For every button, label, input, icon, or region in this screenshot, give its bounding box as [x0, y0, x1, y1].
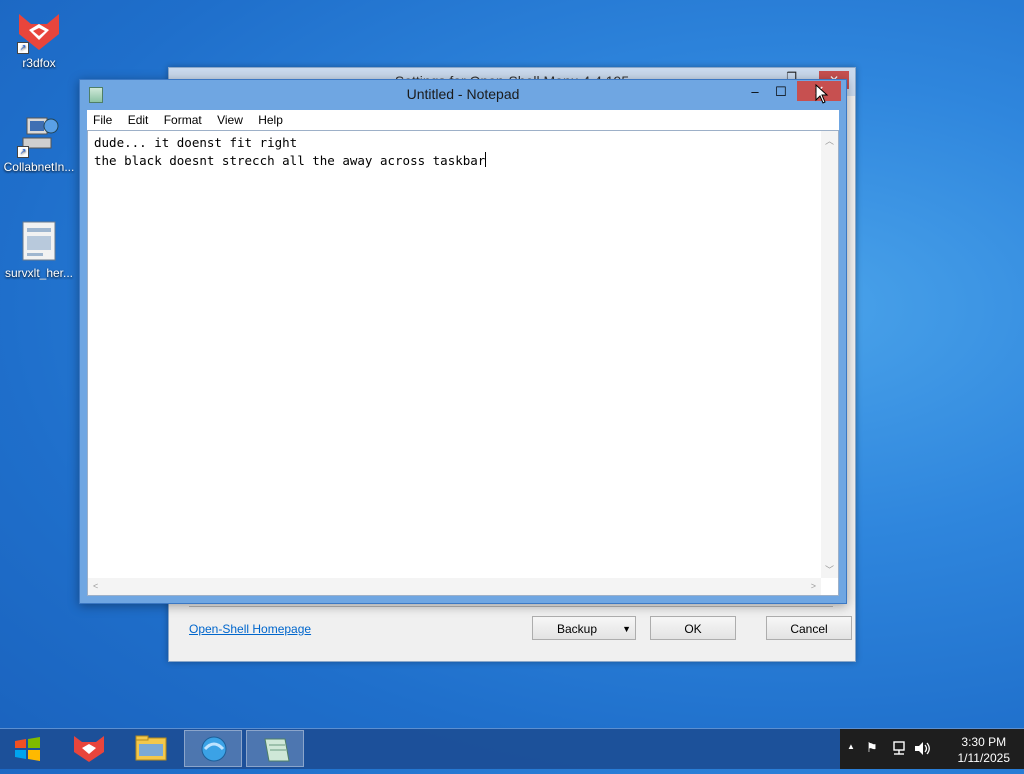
cancel-button[interactable]: Cancel [766, 616, 852, 640]
horizontal-scrollbar[interactable]: < > [88, 578, 821, 595]
menu-help[interactable]: Help [252, 110, 289, 127]
clock-time: 3:30 PM [961, 735, 1007, 749]
text-line: the black doesnt strecch all the away ac… [94, 153, 486, 168]
start-button[interactable] [0, 729, 55, 769]
clock[interactable]: 3:30 PM 1/11/2025 [958, 734, 1011, 766]
title-bar[interactable]: Untitled - Notepad – ☐ ✕ [80, 80, 846, 108]
r3dfox-icon [74, 736, 104, 762]
r3dfox-icon: ↗ [15, 10, 63, 54]
taskbar-file-explorer[interactable] [122, 730, 180, 767]
volume-icon[interactable] [914, 741, 932, 756]
taskbar-r3dfox[interactable] [60, 730, 118, 767]
menu-file[interactable]: File [87, 110, 118, 127]
chevron-down-icon: ▼ [622, 624, 631, 634]
computer-network-icon: ↗ [15, 114, 63, 158]
action-center-flag-icon[interactable]: ⚑ [866, 740, 878, 756]
desktop-icon-label: CollabnetIn... [3, 160, 75, 174]
desktop-icon-label: survxlt_her... [4, 266, 74, 280]
desktop-icon-r3dfox[interactable]: ↗ r3dfox [1, 10, 77, 70]
open-shell-icon [201, 736, 227, 762]
chevron-left-icon[interactable]: < [93, 581, 98, 591]
divider [189, 606, 833, 607]
menu-edit[interactable]: Edit [122, 110, 155, 127]
clock-date: 1/11/2025 [957, 751, 1011, 765]
open-shell-homepage-link[interactable]: Open-Shell Homepage [189, 622, 311, 636]
taskbar-notepad[interactable] [246, 730, 304, 767]
menu-format[interactable]: Format [158, 110, 208, 127]
notepad-icon [264, 738, 290, 762]
backup-button[interactable]: Backup ▼ [532, 616, 636, 640]
show-hidden-icons-chevron[interactable]: ▲ [847, 742, 855, 751]
menu-view[interactable]: View [211, 110, 249, 127]
document-file-icon [15, 220, 63, 264]
taskbar: ▲ ⚑ 3:30 PM 1/11/2025 [0, 728, 1024, 769]
shortcut-arrow-icon: ↗ [17, 42, 29, 54]
text-caret [485, 152, 487, 167]
editor-content: dude... it doenst fit right the black do… [94, 134, 487, 170]
desktop-icon-label: r3dfox [22, 56, 56, 70]
notepad-window: Untitled - Notepad – ☐ ✕ File Edit Forma… [79, 79, 847, 604]
window-title: Untitled - Notepad [406, 86, 520, 102]
folder-icon [135, 735, 167, 761]
backup-label: Backup [557, 622, 598, 636]
chevron-right-icon[interactable]: > [811, 581, 816, 591]
taskbar-open-shell[interactable] [184, 730, 242, 767]
windows-logo-icon [15, 737, 40, 761]
desktop-icon-survxlt[interactable]: survxlt_her... [1, 220, 77, 280]
system-tray: ▲ ⚑ 3:30 PM 1/11/2025 [840, 729, 1024, 769]
maximize-button[interactable]: ☐ [768, 82, 794, 102]
chevron-down-icon[interactable]: ﹀ [825, 563, 834, 576]
network-icon[interactable] [891, 741, 907, 756]
minimize-button[interactable]: – [742, 82, 768, 102]
vertical-scrollbar[interactable]: ︿ ﹀ [821, 131, 838, 578]
text-editor[interactable]: dude... it doenst fit right the black do… [87, 130, 839, 596]
text-line: dude... it doenst fit right [94, 135, 298, 150]
desktop-icon-collabnet[interactable]: ↗ CollabnetIn... [1, 114, 77, 174]
shortcut-arrow-icon: ↗ [17, 146, 29, 158]
mouse-cursor-icon [815, 84, 829, 104]
ok-button[interactable]: OK [650, 616, 736, 640]
menu-bar: File Edit Format View Help [87, 110, 839, 130]
chevron-up-icon[interactable]: ︿ [825, 134, 834, 147]
